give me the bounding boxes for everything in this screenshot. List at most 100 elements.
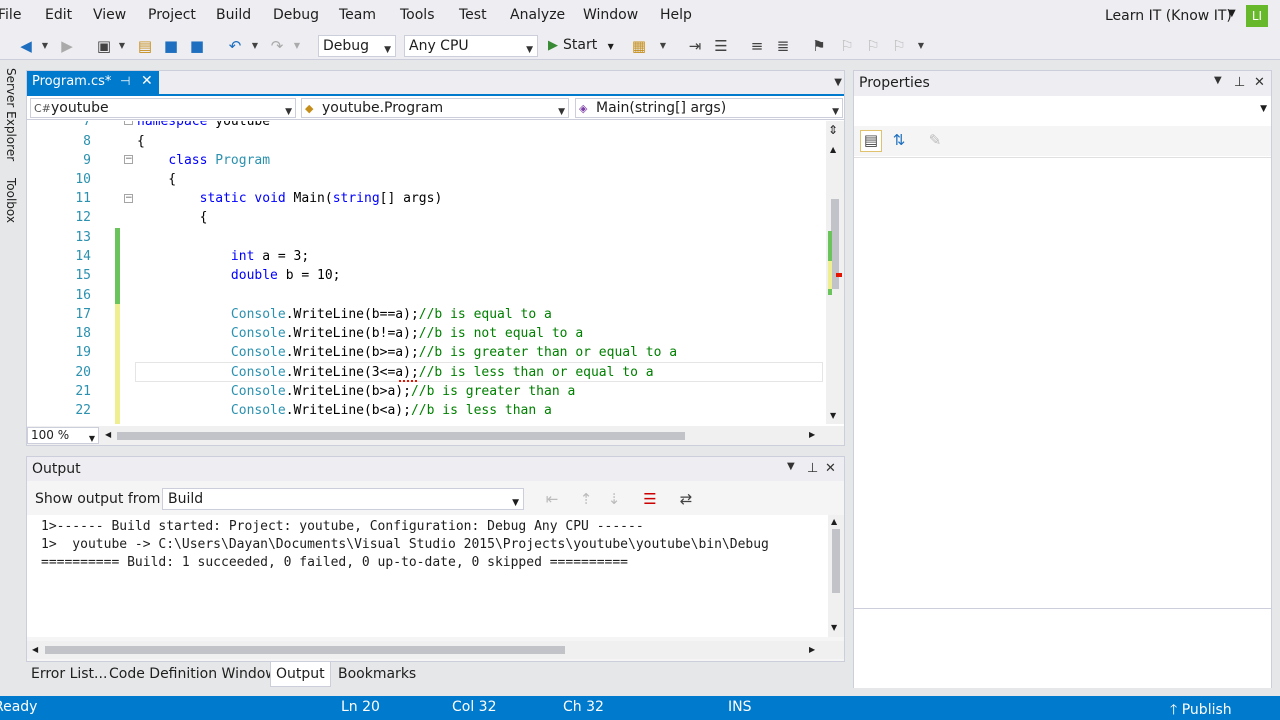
output-horizontal-scrollbar[interactable]: ◀ ▶ [27, 641, 844, 659]
chevron-down-icon[interactable]: ▼ [654, 37, 672, 55]
toolbar-overflow-icon[interactable]: ▼ [912, 37, 930, 55]
code-line-12[interactable]: { [137, 208, 208, 227]
account-avatar[interactable]: LI [1246, 5, 1268, 27]
code-line-14[interactable]: int a = 3; [137, 247, 309, 266]
menu-edit[interactable]: Edit [45, 7, 72, 23]
account-name[interactable]: Learn IT (Know IT) [1105, 8, 1232, 24]
scroll-down-icon[interactable]: ▼ [830, 411, 836, 420]
categorized-icon[interactable]: ▤ [860, 130, 882, 152]
next-message-icon[interactable]: ⇣ [605, 490, 623, 508]
toolbox-tab[interactable]: Toolbox [0, 178, 20, 223]
code-line-8[interactable]: { [137, 132, 145, 151]
scroll-thumb[interactable] [45, 646, 565, 654]
code-line-20[interactable]: Console.WriteLine(3<=a);//b is less than… [137, 363, 654, 382]
clear-bookmarks-icon[interactable]: ⚐ [890, 37, 908, 55]
tab-bookmarks[interactable]: Bookmarks [333, 662, 421, 687]
scroll-left-icon[interactable]: ◀ [32, 645, 38, 654]
code-line-11[interactable]: static void Main(string[] args) [137, 189, 443, 208]
menu-test[interactable]: Test [459, 7, 487, 23]
chevron-down-icon[interactable]: ▼ [246, 37, 264, 55]
scroll-left-icon[interactable]: ◀ [105, 430, 111, 439]
properties-grid[interactable] [854, 157, 1271, 607]
new-project-icon[interactable]: ▣ [95, 37, 113, 55]
publish-button[interactable]: 🡑 Publish [1170, 699, 1232, 720]
menu-build[interactable]: Build [216, 7, 251, 23]
editor-vertical-scrollbar[interactable]: ⇕ ▲ ▼ [826, 121, 844, 424]
previous-bookmark-icon[interactable]: ⚐ [838, 37, 856, 55]
uncomment-icon[interactable]: ≣ [774, 37, 792, 55]
go-to-location-icon[interactable]: ⇤ [543, 490, 561, 508]
tab-output[interactable]: Output [270, 662, 331, 687]
chevron-down-icon[interactable]: ▼ [834, 77, 842, 88]
window-position-icon[interactable]: ▼ [1214, 75, 1222, 86]
chevron-down-icon[interactable]: ▼ [288, 37, 306, 55]
comment-out-icon[interactable]: ≡ [748, 37, 766, 55]
indent-icon[interactable]: ☰ [712, 37, 730, 55]
save-icon[interactable]: ■ [162, 37, 180, 55]
pin-icon[interactable]: ⊣ [120, 74, 130, 88]
window-position-icon[interactable]: ▼ [787, 461, 795, 472]
collapse-icon[interactable]: − [124, 155, 133, 164]
menu-debug[interactable]: Debug [273, 7, 319, 23]
collapse-icon[interactable]: − [124, 121, 133, 125]
output-source-select[interactable]: Build ▼ [162, 488, 524, 510]
code-line-15[interactable]: double b = 10; [137, 266, 341, 285]
code-area[interactable]: 7 8 9 10 11 12 13 14 15 16 17 18 19 20 2… [27, 121, 827, 424]
collapse-icon[interactable]: − [124, 194, 133, 203]
code-line-19[interactable]: Console.WriteLine(b>=a);//b is greater t… [137, 343, 677, 362]
close-icon[interactable]: ✕ [825, 461, 836, 476]
next-bookmark-icon[interactable]: ⚐ [864, 37, 882, 55]
menu-tools[interactable]: Tools [400, 7, 435, 23]
menu-project[interactable]: Project [148, 7, 196, 23]
chevron-down-icon[interactable]: ▼ [36, 37, 54, 55]
menu-window[interactable]: Window [583, 7, 638, 23]
pin-icon[interactable]: ⊥ [807, 461, 818, 476]
menu-team[interactable]: Team [339, 7, 376, 23]
navigate-back-icon[interactable]: ◀ [17, 37, 35, 55]
step-into-icon[interactable]: ⇥ [686, 37, 704, 55]
menu-view[interactable]: View [93, 7, 126, 23]
undo-icon[interactable]: ↶ [226, 37, 244, 55]
project-dropdown[interactable]: C# youtube ▼ [30, 98, 296, 118]
clear-all-icon[interactable]: ☰ [641, 490, 659, 508]
scroll-up-icon[interactable]: ▲ [831, 517, 837, 526]
output-text-area[interactable]: 1>------ Build started: Project: youtube… [27, 515, 844, 637]
tab-code-definition-window[interactable]: Code Definition Window [104, 662, 282, 687]
code-line-18[interactable]: Console.WriteLine(b!=a);//b is not equal… [137, 324, 583, 343]
output-vertical-scrollbar[interactable]: ▲ ▼ [828, 515, 844, 637]
menu-analyze[interactable]: Analyze [510, 7, 565, 23]
navigate-forward-icon[interactable]: ▶ [58, 37, 76, 55]
close-icon[interactable]: ✕ [1254, 75, 1265, 90]
previous-message-icon[interactable]: ⇡ [577, 490, 595, 508]
property-pages-icon[interactable]: ✎ [926, 131, 944, 149]
alphabetical-icon[interactable]: ⇅ [890, 131, 908, 149]
scroll-thumb[interactable] [832, 529, 840, 593]
find-in-files-icon[interactable]: ▦ [630, 37, 648, 55]
word-wrap-icon[interactable]: ⇄ [677, 490, 695, 508]
solution-platform-select[interactable]: Any CPU ▼ [404, 35, 538, 57]
open-file-icon[interactable]: ▤ [136, 37, 154, 55]
type-dropdown[interactable]: ◆ youtube.Program ▼ [301, 98, 569, 118]
start-button[interactable]: ▶ Start ▼ [548, 37, 614, 53]
scroll-right-icon[interactable]: ▶ [809, 645, 815, 654]
menu-file[interactable]: File [0, 7, 21, 23]
properties-object-select[interactable]: ▼ [854, 98, 1271, 120]
save-all-icon[interactable]: ■ [188, 37, 206, 55]
solution-configuration-select[interactable]: Debug ▼ [318, 35, 396, 57]
document-tab-program-cs[interactable]: Program.cs* ⊣ ✕ [27, 71, 159, 94]
scroll-up-icon[interactable]: ▲ [830, 145, 836, 154]
code-line-9[interactable]: class Program [137, 151, 270, 170]
split-editor-icon[interactable]: ⇕ [828, 123, 838, 137]
server-explorer-tab[interactable]: Server Explorer [0, 68, 20, 161]
member-dropdown[interactable]: ◈ Main(string[] args) ▼ [575, 98, 843, 118]
code-line-21[interactable]: Console.WriteLine(b>a);//b is greater th… [137, 382, 575, 401]
scroll-down-icon[interactable]: ▼ [831, 623, 837, 632]
code-line-7[interactable]: namespace youtube [137, 121, 270, 131]
code-line-17[interactable]: Console.WriteLine(b==a);//b is equal to … [137, 305, 552, 324]
code-line-10[interactable]: { [137, 170, 176, 189]
zoom-select[interactable]: 100 % ▼ [27, 427, 99, 444]
horizontal-scroll-thumb[interactable] [117, 432, 685, 440]
tab-error-list[interactable]: Error List... [26, 662, 112, 687]
chevron-down-icon[interactable]: ▼ [1228, 8, 1236, 19]
code-line-22[interactable]: Console.WriteLine(b<a);//b is less than … [137, 401, 552, 420]
